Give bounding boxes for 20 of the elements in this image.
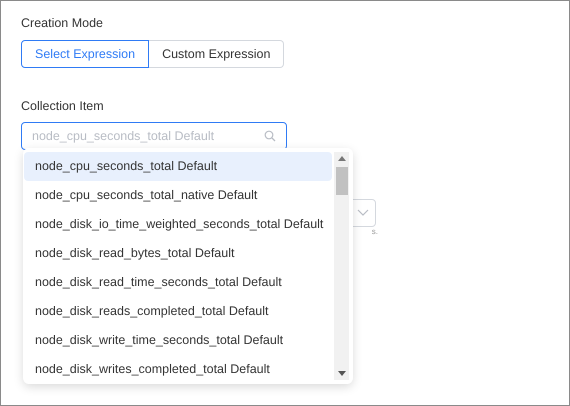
field-label: Creation Mode bbox=[21, 15, 104, 31]
dropdown-option[interactable]: node_disk_reads_completed_total Default bbox=[24, 297, 332, 326]
dropdown-option[interactable]: node_cpu_seconds_total_native Default bbox=[24, 181, 332, 210]
dropdown-option[interactable]: node_disk_read_bytes_total Default bbox=[24, 239, 332, 268]
chevron-down-icon bbox=[357, 209, 369, 217]
mode-tab[interactable]: Select Expression bbox=[21, 40, 150, 68]
dropdown-option[interactable]: node_disk_writes_completed_total Default bbox=[24, 355, 332, 384]
dropdown-option[interactable]: node_disk_read_time_seconds_total Default bbox=[24, 268, 332, 297]
scroll-up-icon[interactable] bbox=[338, 156, 346, 161]
scroll-down-icon[interactable] bbox=[338, 371, 346, 376]
dropdown-option[interactable]: node_disk_write_time_seconds_total Default bbox=[24, 326, 332, 355]
scrollbar[interactable] bbox=[334, 152, 349, 380]
dropdown-option[interactable]: node_disk_io_time_weighted_seconds_total Default bbox=[24, 210, 332, 239]
field-label: Collection Item bbox=[21, 98, 105, 114]
dropdown-option[interactable]: node_cpu_seconds_total Default bbox=[24, 152, 332, 181]
search-icon bbox=[264, 130, 276, 142]
mode-tab[interactable]: Custom Expression bbox=[149, 40, 284, 68]
search-field[interactable]: node_cpu_seconds_total Default bbox=[21, 122, 287, 150]
scrollbar-thumb[interactable] bbox=[336, 167, 348, 195]
hint-text: s. bbox=[372, 227, 378, 236]
